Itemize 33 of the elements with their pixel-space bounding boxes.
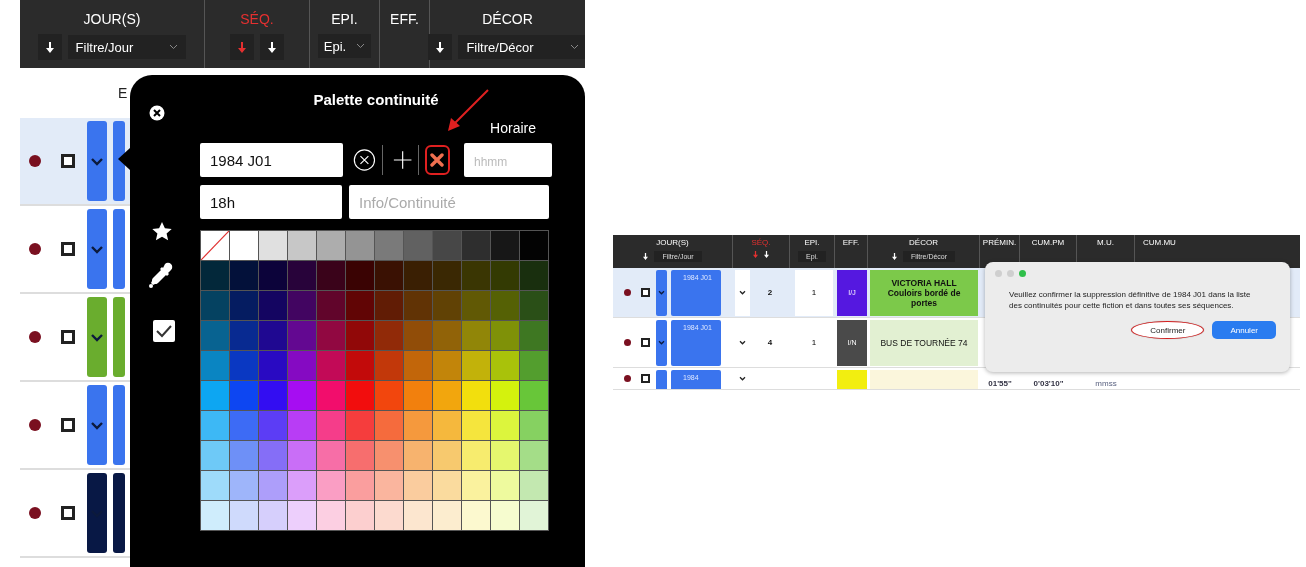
column-header[interactable]: DÉCOR <box>909 237 938 248</box>
table-cell: 0'03'10" <box>1033 379 1064 388</box>
filter-dropdown[interactable]: Filtre/Jour <box>67 35 187 59</box>
table-cell: mmss <box>1095 379 1117 388</box>
field-label: Horaire <box>490 119 536 137</box>
table-cell: 01'55" <box>988 379 1012 388</box>
episode-cell: 1 <box>795 269 833 316</box>
column-header[interactable]: EPI. <box>331 10 358 28</box>
column-header[interactable]: CUM.PM <box>1031 237 1065 248</box>
episode-dropdown[interactable]: Epi. <box>317 34 372 58</box>
info-field[interactable]: Info/Continuité <box>349 185 549 219</box>
time-field[interactable]: hhmm <box>464 143 552 177</box>
set-cell: BUS DE TOURNÉE 74 <box>870 319 978 366</box>
sequence-cell-text: 4 <box>766 338 774 347</box>
column-header[interactable]: PRÉMIN. <box>982 237 1017 248</box>
time-label-field[interactable]: 18h <box>200 185 342 219</box>
confirm-button[interactable]: Confirmer <box>1131 321 1205 339</box>
sequence-cell-text: 2 <box>766 288 774 297</box>
cancel-button[interactable]: Annuler <box>1212 321 1276 339</box>
column-header[interactable]: JOUR(S) <box>83 10 141 28</box>
column-header: E <box>118 85 128 101</box>
column-header[interactable]: CUM.MU <box>1143 237 1176 248</box>
column-header[interactable]: EFF. <box>842 237 860 248</box>
set-cell: VICTORIA HALL Couloirs bordé de portes <box>870 269 978 316</box>
continuity-name-field[interactable]: 1984 J01 <box>200 143 343 177</box>
popover-title: Palette continuité <box>313 90 439 110</box>
column-header[interactable]: EFF. <box>390 10 419 28</box>
column-header[interactable]: EPI. <box>804 237 820 248</box>
column-header[interactable]: M.U. <box>1097 237 1114 248</box>
column-header[interactable]: DÉCOR <box>482 10 533 28</box>
dialog-message: Veuillez confirmer la suppression définitive de 1984 J01 dans la liste des continuités pour cette fiction et dans toutes ses séquences. <box>1009 289 1252 311</box>
filter-dropdown[interactable]: Filtre/Décor <box>458 35 585 59</box>
column-header[interactable]: JOUR(S) <box>656 237 689 248</box>
